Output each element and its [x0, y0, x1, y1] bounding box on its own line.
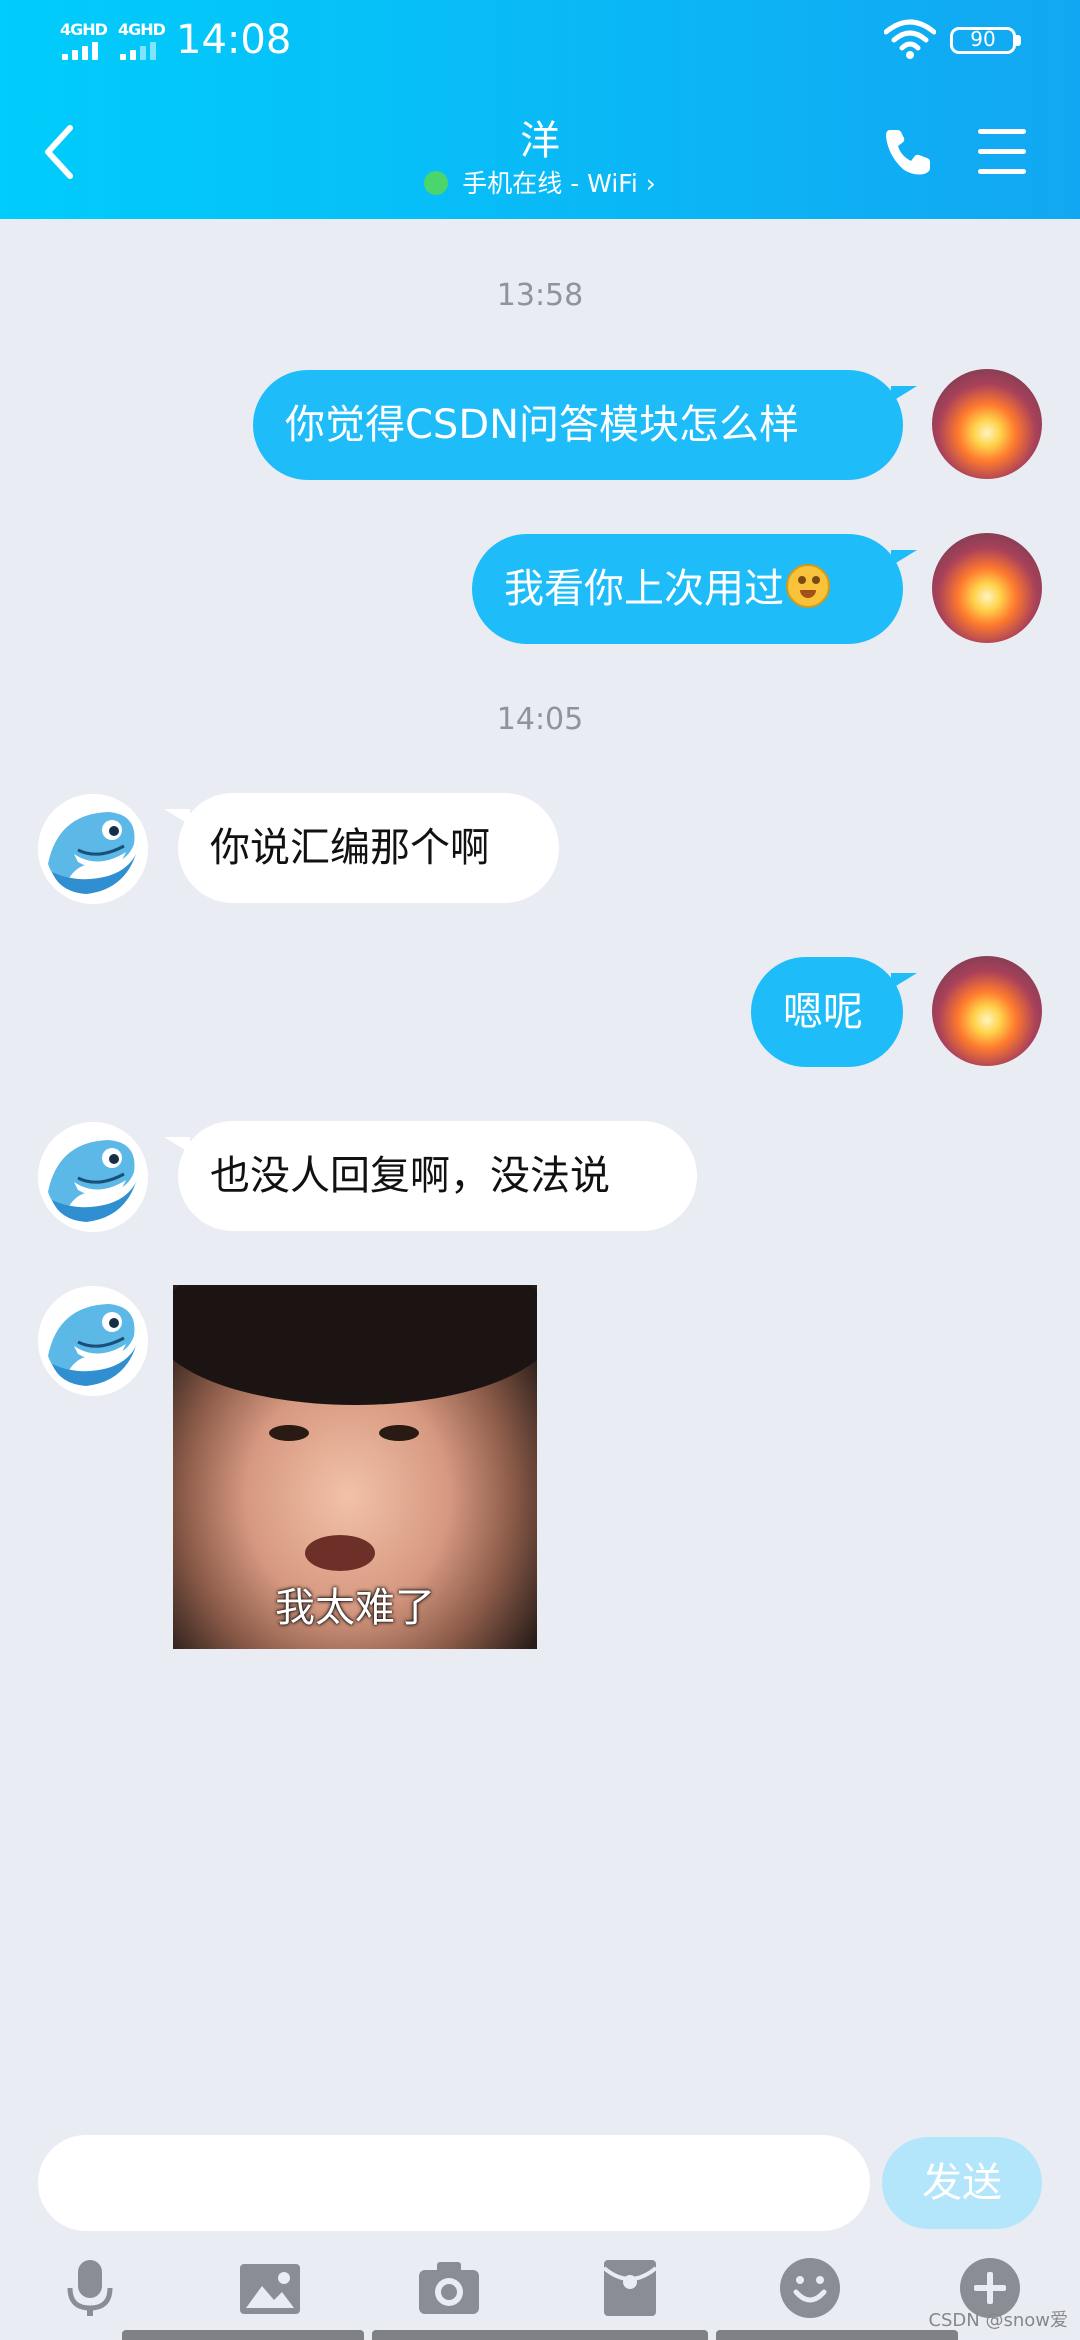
- sticker-eye: [379, 1425, 419, 1441]
- phone-icon[interactable]: [882, 126, 934, 178]
- camera-icon[interactable]: [417, 2256, 481, 2320]
- network-type-label: 4GHD: [60, 20, 108, 39]
- chevron-right-icon: ›: [645, 169, 656, 198]
- message-bubble-outgoing[interactable]: 你觉得CSDN问答模块怎么样: [253, 370, 917, 480]
- signal-bars-icon: [120, 40, 168, 60]
- wifi-icon: [884, 19, 936, 59]
- bottom-bar-segment: [372, 2330, 708, 2340]
- microphone-icon[interactable]: [58, 2256, 122, 2320]
- dolphin-avatar-icon: [38, 1286, 148, 1396]
- sticker-mouth: [305, 1535, 375, 1571]
- dolphin-avatar-icon: [38, 794, 148, 904]
- timestamp: 14:05: [496, 702, 584, 737]
- image-icon[interactable]: [238, 2256, 302, 2320]
- sticker-caption: 我太难了: [275, 1585, 435, 1631]
- laughing-face-emoji-icon: [786, 564, 830, 608]
- watermark: CSDN @snow爱: [928, 2310, 1068, 2331]
- red-packet-icon[interactable]: [598, 2256, 662, 2320]
- battery-tip: [1016, 35, 1021, 46]
- message-bubble-incoming[interactable]: 你说汇编那个啊: [164, 793, 559, 903]
- message-bubble-outgoing[interactable]: 我看你上次用过: [472, 534, 917, 644]
- message-text: 嗯呢: [783, 989, 863, 1035]
- timestamp: 13:58: [496, 278, 584, 313]
- my-avatar[interactable]: [932, 369, 1042, 479]
- bottom-bar-segment: [122, 2330, 364, 2340]
- battery-level: 90: [970, 27, 996, 51]
- status-time: 14:08: [176, 17, 292, 63]
- message-text: 也没人回复啊，没法说: [210, 1153, 610, 1199]
- online-status-text: 手机在线 - WiFi: [462, 169, 638, 198]
- status-bar: 4GHD 4GHD 14:08 90: [0, 0, 1080, 80]
- bottom-bar-segment: [716, 2330, 958, 2340]
- send-button[interactable]: 发送: [882, 2137, 1042, 2229]
- sticker-image[interactable]: 我太难了: [173, 1285, 537, 1649]
- chat-header: 4GHD 4GHD 14:08 90 洋 手机在线 - WiFi ›: [0, 0, 1080, 219]
- menu-icon[interactable]: [978, 127, 1028, 177]
- online-dot-icon: [424, 171, 449, 195]
- message-bubble-incoming[interactable]: 也没人回复啊，没法说: [164, 1121, 697, 1231]
- message-text: 我看你上次用过: [504, 566, 784, 612]
- contact-avatar[interactable]: [38, 1286, 148, 1396]
- emoji-icon[interactable]: [778, 2256, 842, 2320]
- message-text: 你说汇编那个啊: [210, 825, 490, 871]
- contact-avatar[interactable]: [38, 1122, 148, 1232]
- message-bubble-outgoing[interactable]: 嗯呢: [751, 957, 917, 1067]
- message-text: 你觉得CSDN问答模块怎么样: [285, 402, 800, 448]
- sticker-eye: [269, 1425, 309, 1441]
- signal-bars-icon: [62, 40, 110, 60]
- contact-avatar[interactable]: [38, 794, 148, 904]
- network-type-label: 4GHD: [118, 20, 166, 39]
- dolphin-avatar-icon: [38, 1122, 148, 1232]
- message-input[interactable]: [38, 2135, 870, 2231]
- sticker-hair: [173, 1285, 537, 1405]
- my-avatar[interactable]: [932, 533, 1042, 643]
- battery-icon: 90: [950, 27, 1016, 54]
- my-avatar[interactable]: [932, 956, 1042, 1066]
